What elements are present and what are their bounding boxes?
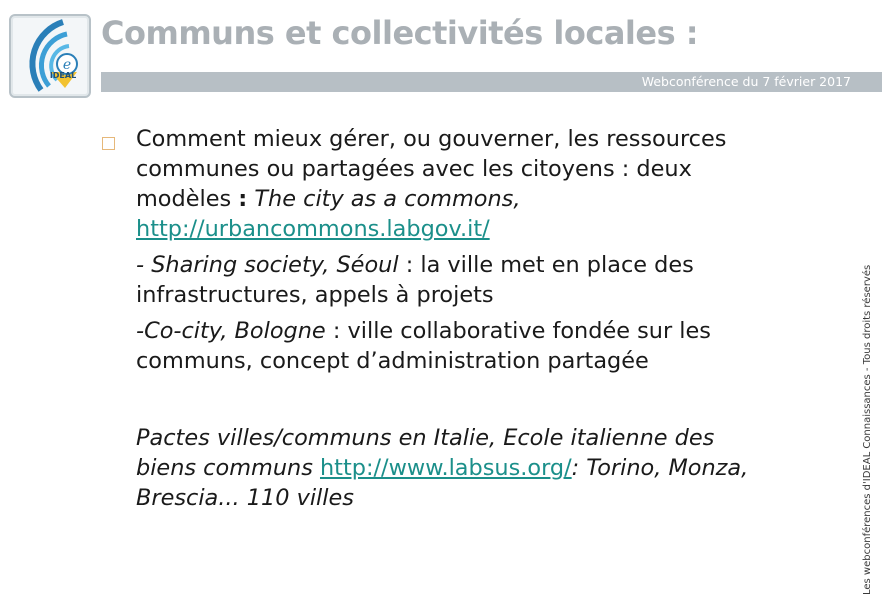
ideal-logo-icon: e IDEAL: [29, 19, 78, 92]
text-line: : ville collaborative fondée sur les: [325, 318, 711, 344]
ideal-logo: e IDEAL: [9, 14, 91, 98]
labsus-link[interactable]: http://www.labsus.org/: [320, 455, 572, 481]
text-line: Brescia... 110 villes: [136, 485, 354, 511]
paragraph-models: Comment mieux gérer, ou gouverner, les r…: [136, 124, 836, 244]
text-line: communs, concept d’administration partag…: [136, 348, 649, 374]
text-line: : Torino, Monza,: [571, 455, 749, 481]
header-band: Webconférence du 7 février 2017: [101, 72, 882, 92]
text-line: modèles: [136, 186, 239, 212]
labgov-link[interactable]: http://urbancommons.labgov.it/: [136, 216, 490, 242]
page-title: Communs et collectivités locales :: [101, 14, 699, 52]
paragraph-italy: Pactes villes/communs en Italie, Ecole i…: [136, 423, 836, 513]
logo-text: IDEAL: [50, 71, 76, 80]
webconference-date: Webconférence du 7 février 2017: [641, 74, 851, 89]
paragraph-seoul: - Sharing society, Séoul : la ville met …: [136, 250, 836, 310]
copyright-vertical-text: Les webconférences d'IDEAL Connaissances…: [862, 264, 873, 595]
colon-bold: :: [238, 186, 248, 212]
text-line: Pactes villes/communs en Italie, Ecole i…: [136, 425, 715, 451]
slide-content: Comment mieux gérer, ou gouverner, les r…: [136, 124, 836, 519]
bologna-label: -Co-city, Bologne: [136, 318, 326, 344]
paragraph-bologna: -Co-city, Bologne : ville collaborative …: [136, 316, 836, 376]
text-line: : la ville met en place des: [398, 252, 694, 278]
city-as-commons-text: The city as a commons,: [247, 186, 521, 212]
seoul-label: - Sharing society, Séoul: [136, 252, 399, 278]
text-line: infrastructures, appels à projets: [136, 282, 494, 308]
text-line: communes ou partagées avec les citoyens …: [136, 156, 692, 182]
bullet-square-icon: [102, 137, 115, 150]
text-line: biens communs: [136, 455, 320, 481]
text-line: Comment mieux gérer, ou gouverner, les r…: [136, 126, 727, 152]
